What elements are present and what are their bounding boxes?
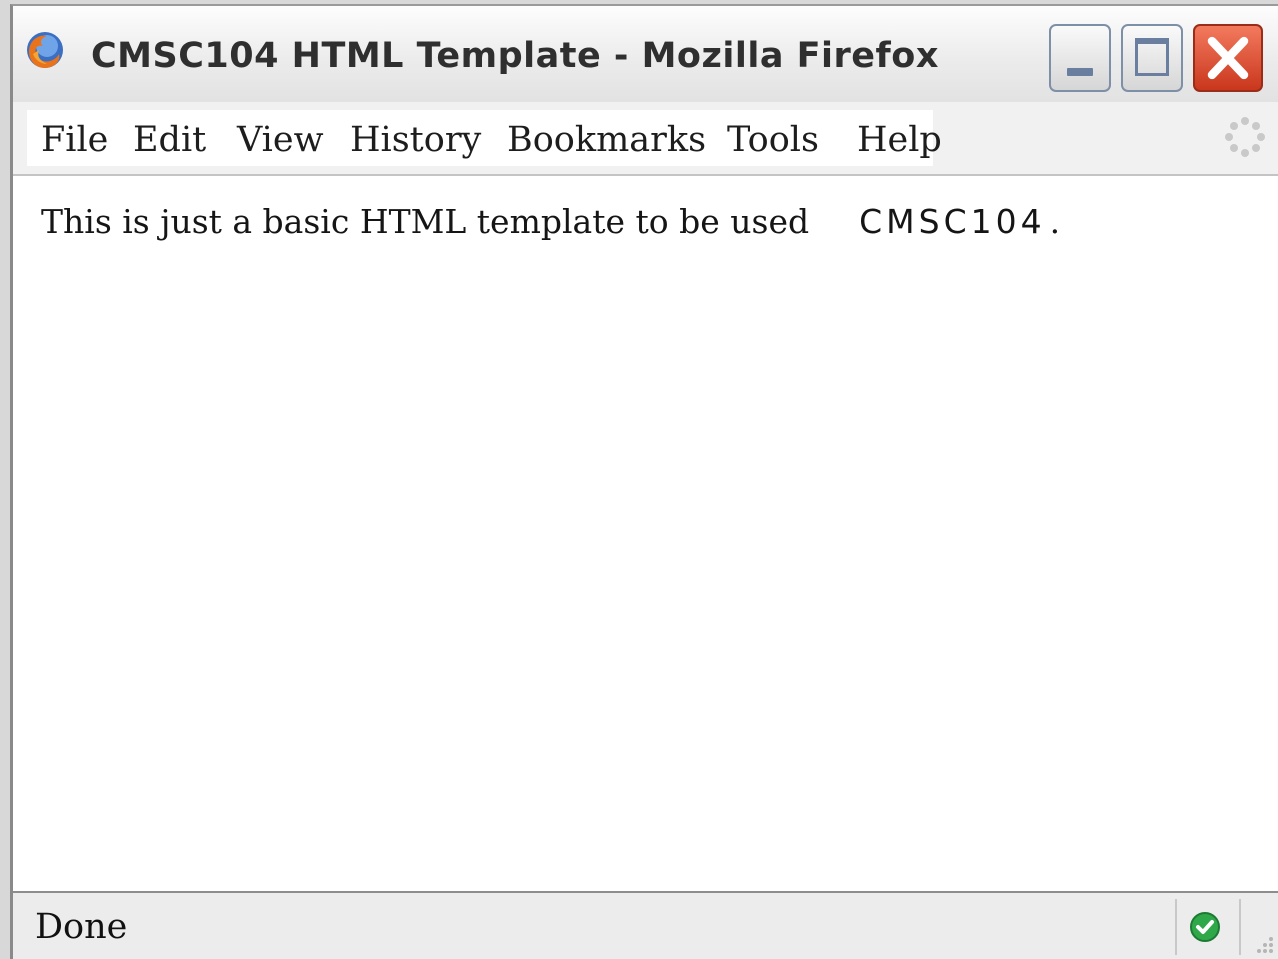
page-text-period: . [1049,202,1061,241]
resize-grip-icon[interactable] [1249,923,1275,955]
maximize-button[interactable] [1121,24,1183,92]
window-title: CMSC104 HTML Template - Mozilla Firefox [91,36,939,76]
status-divider [1175,899,1177,955]
status-divider [1239,899,1241,955]
page-text-course: CMSC104 [859,202,1046,241]
close-button[interactable] [1193,24,1263,92]
throbber-icon [1225,117,1265,157]
title-bar[interactable]: CMSC104 HTML Template - Mozilla Firefox [13,6,1278,103]
menu-file[interactable]: File [41,120,108,160]
menu-history[interactable]: History [350,120,481,160]
menu-strip: File Edit View History Bookmarks Tools H… [27,110,942,166]
status-text: Done [35,907,128,947]
minimize-button[interactable] [1049,24,1111,92]
check-icon [1190,912,1220,942]
minimize-icon [1067,68,1093,76]
maximize-icon [1135,38,1169,76]
page-text-body: This is just a basic HTML template to be… [41,202,810,241]
close-icon [1207,36,1249,80]
menu-tools[interactable]: Tools [727,120,819,160]
menu-bar: File Edit View History Bookmarks Tools H… [13,102,1278,176]
page-text: This is just a basic HTML template to be… [41,202,1060,241]
page-content: This is just a basic HTML template to be… [13,176,1278,891]
browser-window: CMSC104 HTML Template - Mozilla Firefox … [10,4,1278,959]
menu-help[interactable]: Help [857,120,942,160]
status-bar: Done [13,891,1278,959]
menu-view[interactable]: View [237,120,324,160]
menu-bookmarks[interactable]: Bookmarks [507,120,706,160]
menu-edit[interactable]: Edit [133,120,206,160]
firefox-icon [27,32,63,68]
